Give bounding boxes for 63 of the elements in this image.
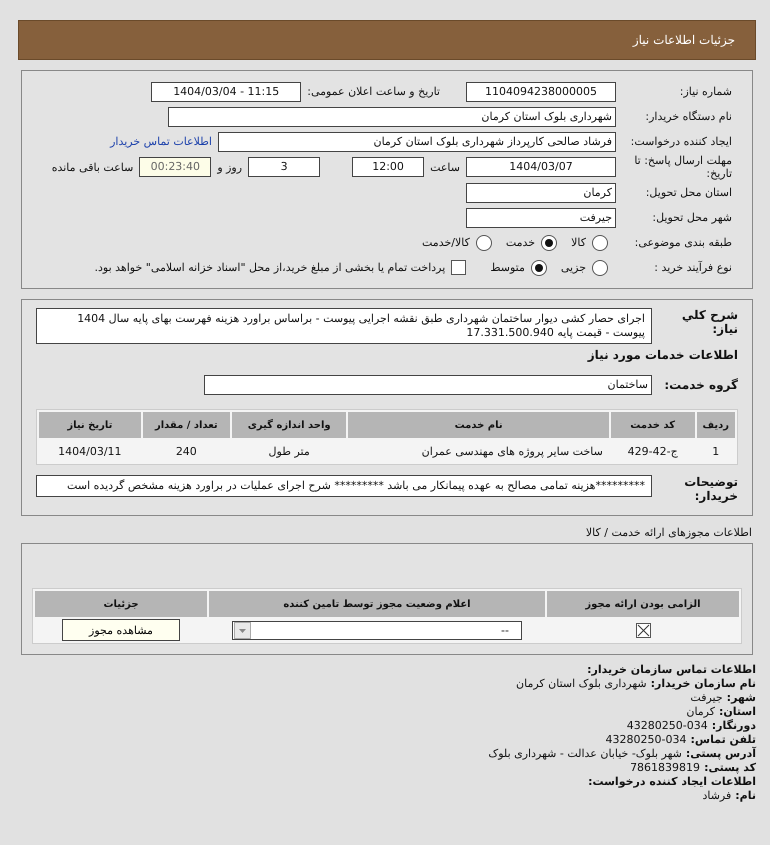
city-field[interactable]: جیرفت (466, 208, 616, 228)
column-header: تاریخ نیاز (39, 412, 141, 438)
announce-date-field[interactable]: 1404/03/04 - 11:15 (151, 82, 302, 102)
radio-button[interactable] (592, 260, 608, 276)
buyer-contact-link[interactable]: اطلاعات تماس خریدار (110, 135, 212, 148)
section-title: اطلاعات خدمات مورد نیاز (586, 348, 738, 362)
radio-label: جزیی (560, 261, 586, 274)
field-label: تاریخ و ساعت اعلان عمومی: (307, 85, 440, 98)
field-label: ساعت باقی مانده (52, 160, 134, 174)
summary-field[interactable]: اجرای حصار کشی دیوار ساختمان شهرداری طبق نقشه اجرایی پیوست - براساس براورد هزینه فهرست بهای پایه سال 1404 پیوست - قیمت پایه 17.331.500.940 (36, 308, 652, 344)
contact-line: آدرس پستی: شهر بلوک- خیابان عدالت - شهرداری بلوک (487, 747, 756, 761)
days-field[interactable]: 3 (248, 157, 320, 177)
deadline-time-field[interactable]: 12:00 (352, 157, 424, 177)
contact-line: شهر: جیرفت (689, 691, 756, 705)
field-label: ساعت (430, 160, 460, 174)
status-dropdown[interactable]: -- (232, 620, 522, 640)
province-field[interactable]: کرمان (466, 182, 616, 202)
radio-label: متوسط (490, 261, 525, 274)
column-header: جزئیات (35, 591, 207, 617)
contact-line: نام: فرشاد (701, 789, 756, 803)
checkbox[interactable] (636, 622, 650, 638)
field-label: روز و (217, 160, 242, 174)
field-label: نام دستگاه خریدار: (644, 110, 732, 123)
radio-button[interactable] (530, 260, 547, 276)
field-label: توضیحات خریدار: (683, 475, 738, 503)
checkbox-label: پرداخت تمام یا بخشی از مبلغ خرید،از محل "اسناد خزانه اسلامی" خواهد بود. (94, 261, 446, 274)
field-label: استان محل تحویل: (644, 186, 732, 199)
service-group-field[interactable]: ساختمان (204, 374, 652, 394)
contact-line: نام سازمان خریدار: شهرداری بلوک استان کرمان (515, 677, 756, 691)
field-label: گروه خدمت: (663, 378, 738, 392)
section-title: اطلاعات مجوزهای ارائه خدمت / کالا (584, 526, 752, 539)
deadline-date-field[interactable]: 1404/03/07 (466, 157, 616, 177)
column-header: اعلام وضعیت مجوز توسط تامین کننده (209, 591, 545, 617)
column-header: الزامی بودن ارائه مجوز (547, 591, 739, 617)
contact-line: اطلاعات ایجاد کننده درخواست: (587, 775, 756, 789)
radio-label: کالا/خدمت (422, 236, 470, 249)
column-header: نام خدمت (348, 412, 609, 438)
radio-label: خدمت (506, 236, 536, 249)
field-label: شرح کلي نیاز: (680, 308, 738, 336)
buyer-notes-field[interactable]: *********هزینه تمامی مصالح به عهده پیمانکار می باشد ********* شرح اجرای عملیات در براورد هزینه مشخص گردیده است (36, 475, 652, 497)
radio-button[interactable] (592, 234, 608, 250)
remaining-time-field: 00:23:40 (139, 157, 212, 177)
field-label: ایجاد کننده درخواست: (630, 135, 732, 148)
contact-line: استان: کرمان (685, 705, 756, 719)
radio-button[interactable] (476, 234, 492, 250)
field-label: نوع فرآیند خرید : (653, 261, 732, 274)
view-permit-button[interactable]: مشاهده مجوز (62, 619, 180, 641)
header-title: جزئیات اطلاعات نیاز (632, 33, 735, 47)
field-label: مهلت ارسال پاسخ: تا تاریخ: (633, 154, 732, 180)
need-number-field[interactable]: 1104094238000005 (466, 82, 616, 102)
radio-button[interactable] (541, 234, 558, 250)
checkbox[interactable] (451, 260, 466, 275)
field-label: شماره نیاز: (678, 85, 732, 98)
contact-line: اطلاعات تماس سازمان خریدار: (586, 663, 756, 677)
column-header: کد خدمت (610, 412, 694, 438)
column-header: ردیف (696, 412, 735, 438)
field-label: شهر محل تحویل: (651, 211, 732, 224)
requester-field[interactable]: فرشاد صالحی کارپرداز شهرداری بلوک استان کرمان (218, 132, 616, 152)
buyer-org-field[interactable]: شهرداری بلوک استان کرمان (168, 106, 616, 126)
radio-label: کالا (571, 236, 586, 249)
field-label: طبقه بندی موضوعی: (634, 236, 732, 249)
column-header: تعداد / مقدار (142, 412, 230, 438)
column-header: واحد اندازه گیری (232, 412, 346, 438)
